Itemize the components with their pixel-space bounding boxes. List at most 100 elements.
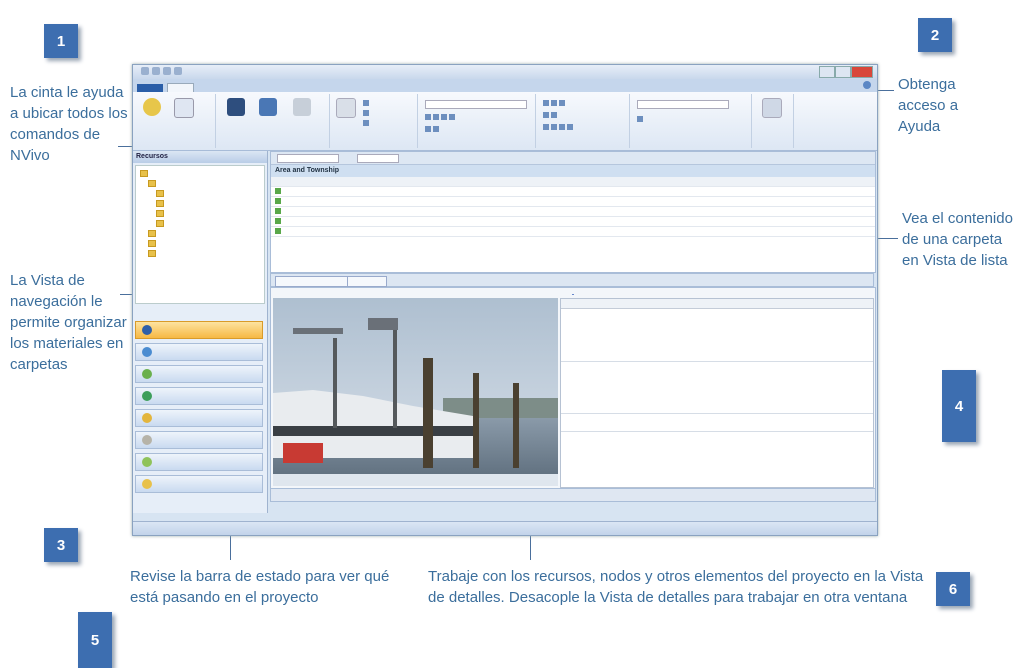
transcript-row[interactable] [561,413,873,432]
help-icon[interactable] [863,81,871,89]
ribbon-group-editing [753,94,794,148]
harbor-photo [273,298,558,486]
tree-item[interactable] [148,239,156,247]
tree-item[interactable] [156,199,164,207]
quick-access-toolbar[interactable] [141,67,182,75]
tab-file[interactable] [137,84,163,92]
tab-external-data[interactable] [228,84,254,92]
list-row[interactable] [271,197,875,207]
folder-icon [156,189,164,197]
align-buttons[interactable] [425,126,439,132]
transcript-table [560,298,874,488]
app-window: Recursos Area and Township [132,64,878,536]
maximize-icon[interactable] [835,66,851,78]
properties-button[interactable] [255,98,281,118]
list-header-row [271,177,875,187]
search-in-select[interactable] [357,153,399,163]
transcript-row[interactable] [561,309,873,362]
tab-view[interactable] [347,84,373,92]
video-icon [275,208,281,214]
collections-icon [142,391,152,401]
tree-item[interactable] [140,169,148,177]
nav-button-classifications[interactable] [135,365,263,383]
folder-icon [156,219,164,227]
list-buttons[interactable] [543,100,565,106]
list-row[interactable] [271,217,875,227]
transcript-row[interactable] [561,361,873,414]
detail-tab-source[interactable] [275,276,349,287]
refresh-button[interactable] [171,98,197,120]
tab-home[interactable] [166,83,195,92]
format-painter-button[interactable] [363,120,372,126]
font-select[interactable] [425,100,527,109]
ribbon-group-item [217,94,330,148]
callout-4-number: 4 [942,370,976,442]
indent-buttons[interactable] [543,112,557,118]
detail-tab-node[interactable] [347,276,387,287]
paste-button[interactable] [333,98,359,120]
folder-icon [148,229,156,237]
models-icon [142,457,152,467]
folder-icon [148,239,156,247]
list-view: Area and Township [270,151,876,273]
detail-tabs [270,273,874,287]
media-controls[interactable] [270,488,876,502]
navigation-view: Recursos [133,151,268,513]
nav-button-queries[interactable] [135,409,263,427]
open-button[interactable] [223,98,249,118]
sources-icon [142,325,152,335]
folders-icon [142,479,152,489]
tab-explore[interactable] [287,84,313,92]
queries-icon [142,413,152,423]
tree-item[interactable] [148,179,156,187]
transcript-header [561,299,873,309]
tab-analyze[interactable] [258,84,284,92]
ribbon-group-clipboard [331,94,418,148]
tree-item[interactable] [156,209,164,217]
bold-button[interactable] [425,114,455,120]
nav-button-folders[interactable] [135,475,263,493]
list-row[interactable] [271,187,875,197]
nodes-icon [142,347,152,357]
find-button[interactable] [759,98,785,120]
tree-item[interactable] [148,249,156,257]
list-row[interactable] [271,207,875,217]
nav-button-collections[interactable] [135,387,263,405]
reset-settings-button[interactable] [637,116,646,122]
window-controls[interactable] [819,66,873,78]
style-select[interactable] [637,100,729,109]
callout-5-number: 5 [78,612,112,668]
video-frame[interactable] [273,298,558,486]
nav-button-models[interactable] [135,453,263,471]
callout-2-text: Obtenga acceso a Ayuda [898,76,959,135]
ribbon-group-format [419,94,536,148]
folder-icon [148,249,156,257]
ribbon-group-paragraph [537,94,630,148]
list-row[interactable] [271,227,875,237]
minimize-icon[interactable] [819,66,835,78]
tree-item[interactable] [156,219,164,227]
nav-button-nodes[interactable] [135,343,263,361]
detail-view [270,287,876,489]
callout-6-text: Trabaje con los recursos, nodos y otros … [428,568,924,606]
cut-button[interactable] [363,100,372,106]
search-input[interactable] [277,153,339,163]
tree-item[interactable] [156,189,164,197]
align-paragraph-buttons[interactable] [543,124,573,130]
close-icon[interactable] [851,66,873,78]
copy-button[interactable] [363,110,372,116]
video-icon [275,218,281,224]
nav-button-reports[interactable] [135,431,263,449]
ribbon [133,92,877,151]
tab-create[interactable] [198,84,224,92]
video-icon [275,198,281,204]
classifications-icon [142,369,152,379]
detail-link[interactable] [271,289,875,295]
go-button[interactable] [139,98,165,118]
video-icon [275,228,281,234]
nav-button-sources[interactable] [135,321,263,339]
tree-item[interactable] [148,229,156,237]
edit-button[interactable] [289,98,315,118]
ribbon-tabs [133,79,877,92]
tab-layout[interactable] [317,84,343,92]
